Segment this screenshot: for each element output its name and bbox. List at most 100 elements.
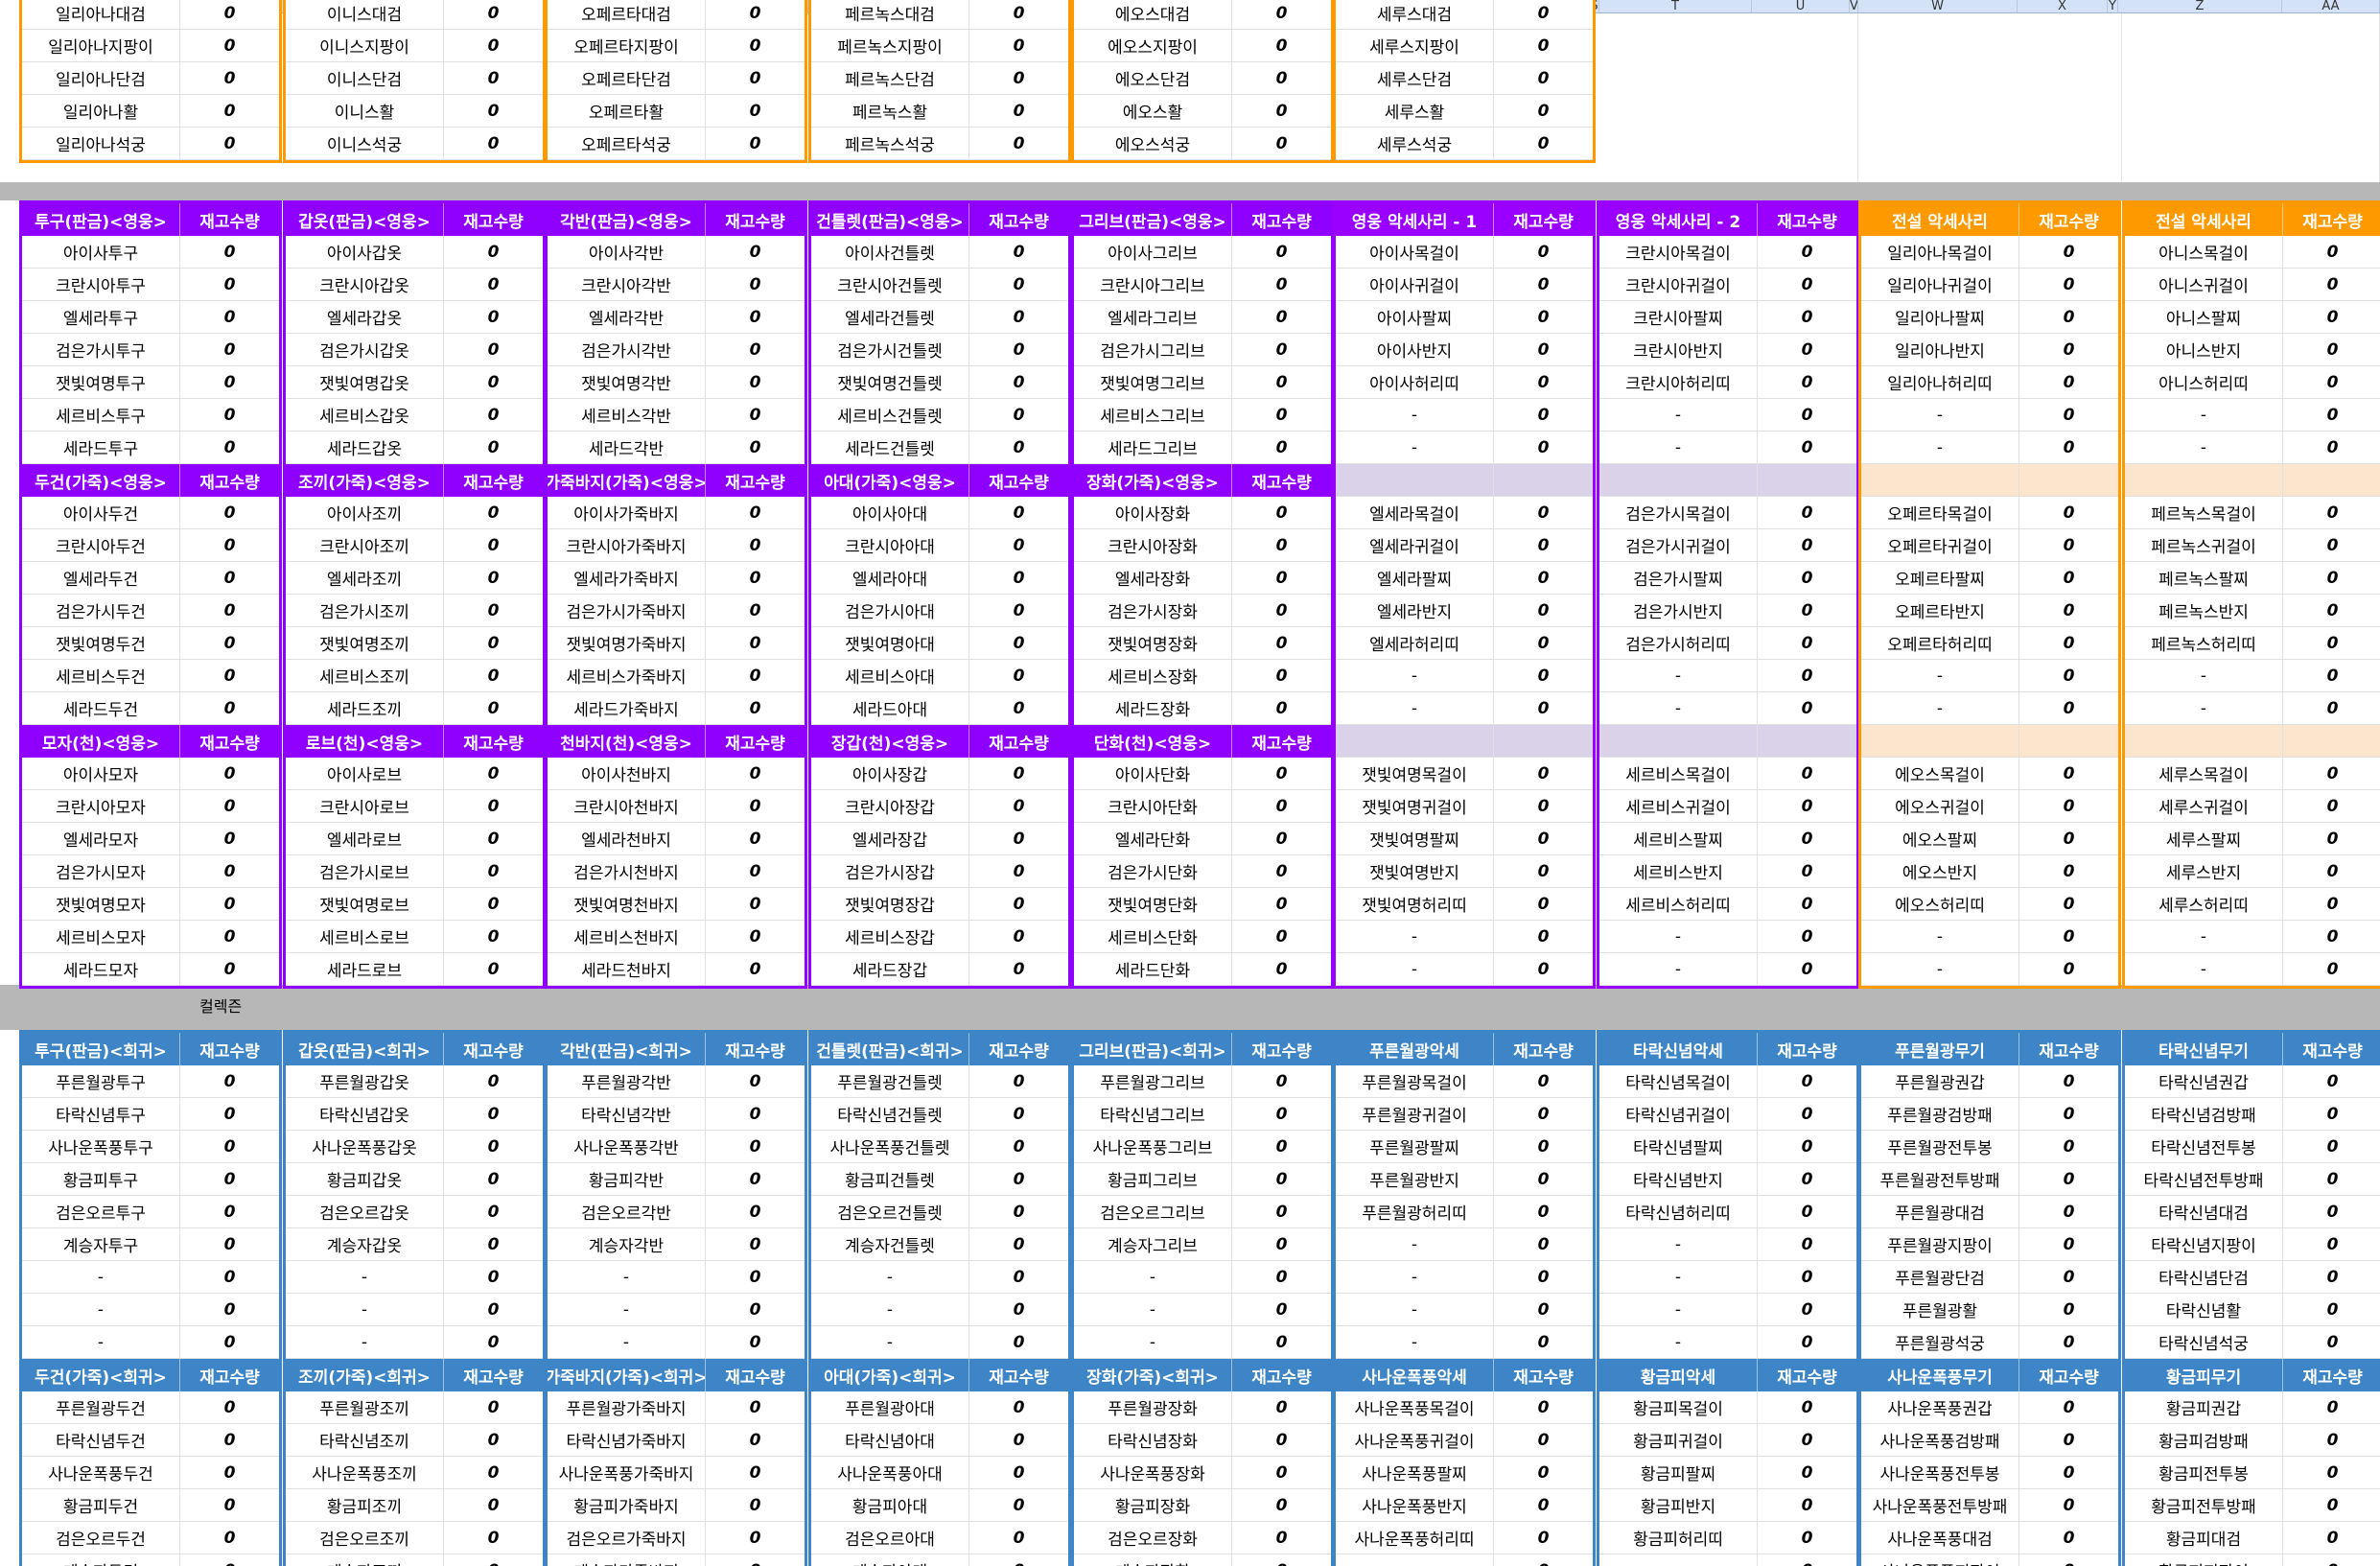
inventory-row[interactable]: 황금피전투봉 0 [2125,1457,2380,1489]
item-name-cell[interactable]: 푸른월광단검 [1861,1261,2019,1293]
item-name-cell[interactable]: 일리아나반지 [1861,334,2019,365]
item-name-cell[interactable]: 아이사단화 [1074,758,1232,789]
stock-qty-cell[interactable]: 0 [706,30,805,61]
stock-qty-cell[interactable]: 0 [1758,692,1856,724]
inventory-row[interactable]: 사나운폭풍건틀렛 0 [811,1131,1068,1163]
stock-qty-cell[interactable]: 0 [2283,236,2380,268]
item-name-cell[interactable]: 일리아나석궁 [22,128,180,159]
item-name-cell[interactable]: 아이사건틀렛 [811,236,969,268]
stock-qty-cell[interactable]: 0 [1494,1065,1593,1097]
inventory-row[interactable]: 엘세라반지 0 [1336,595,1593,627]
item-name-cell[interactable]: 페르녹스반지 [2125,595,2283,626]
item-name-cell[interactable]: 아니스귀걸이 [2125,269,2283,300]
item-name-cell[interactable]: - [1336,953,1494,985]
stock-qty-cell[interactable]: 0 [180,1554,279,1566]
stock-qty-cell[interactable]: 0 [2019,1228,2118,1260]
inventory-row[interactable]: 아이사장화 0 [1074,497,1331,529]
stock-qty-cell[interactable]: 0 [2019,236,2118,268]
stock-qty-cell[interactable]: 0 [1758,1457,1856,1488]
stock-qty-cell[interactable]: 0 [1494,1228,1593,1260]
stock-qty-cell[interactable]: 0 [2019,692,2118,724]
inventory-row[interactable]: 푸른월광각반 0 [548,1065,805,1098]
stock-qty-cell[interactable]: 0 [444,1424,543,1456]
item-name-cell[interactable]: 엘세라장갑 [811,823,969,854]
item-name-cell[interactable]: 엘세라모자 [22,823,180,854]
stock-qty-cell[interactable]: 0 [706,1196,805,1227]
stock-qty-cell[interactable]: 0 [180,888,279,920]
stock-qty-cell[interactable]: 0 [2019,1294,2118,1325]
item-name-cell[interactable] [1599,725,1758,757]
item-name-cell[interactable]: 검은가시반지 [1599,595,1758,626]
inventory-row[interactable]: 타락신념투구 0 [22,1098,279,1131]
item-name-cell[interactable]: 페르녹스목걸이 [2125,497,2283,528]
item-name-cell[interactable]: 사나운폭풍갑옷 [286,1131,444,1162]
inventory-row[interactable]: 사나운폭풍귀걸이 0 [1336,1424,1593,1457]
inventory-row[interactable]: 오페르타단검 0 [548,62,805,95]
inventory-row[interactable]: 세라드장갑 0 [811,953,1068,986]
inventory-row[interactable]: 사나운폭풍검방패 0 [1861,1424,2118,1457]
stock-qty-cell[interactable]: 0 [1758,1065,1856,1097]
stock-qty-cell[interactable]: 0 [444,790,543,822]
stock-qty-cell[interactable]: 0 [1232,888,1331,920]
item-name-cell[interactable]: 세라드두건 [22,692,180,724]
inventory-row[interactable]: 사나운폭풍두건 0 [22,1457,279,1489]
item-name-cell[interactable]: 검은오르각반 [548,1196,706,1227]
inventory-row[interactable]: 아이사건틀렛 0 [811,236,1068,269]
inventory-row[interactable]: 푸른월광권갑 0 [1861,1065,2118,1098]
inventory-row[interactable]: 세르비스가죽바지 0 [548,660,805,692]
inventory-row[interactable]: 에오스반지 0 [1861,855,2118,888]
item-name-cell[interactable]: 푸른월광팔찌 [1336,1131,1494,1162]
stock-qty-cell[interactable]: 0 [1494,0,1593,29]
item-name-cell[interactable]: - [1599,1261,1758,1293]
inventory-row[interactable]: 타락신념각반 0 [548,1098,805,1131]
inventory-row[interactable]: -0 [286,1261,543,1294]
item-name-cell[interactable]: 세루스허리띠 [2125,888,2283,920]
inventory-row[interactable]: 세르비스팔찌 0 [1599,823,1856,855]
stock-qty-cell[interactable]: 0 [1232,758,1331,789]
inventory-row[interactable]: -0 [811,1326,1068,1359]
inventory-row[interactable]: 크란시아장화 0 [1074,529,1331,562]
inventory-row[interactable]: 아이사로브 0 [286,758,543,790]
inventory-row[interactable]: -0 [1861,660,2118,692]
item-name-cell[interactable]: 황금피그리브 [1074,1163,1232,1195]
stock-qty-cell[interactable] [1494,725,1593,757]
item-name-cell[interactable]: 검은오르가죽바지 [548,1522,706,1554]
stock-qty-cell[interactable]: 0 [1494,790,1593,822]
inventory-row[interactable]: 검은가시그리브 0 [1074,334,1331,366]
inventory-row[interactable]: 사나운폭풍투구 0 [22,1131,279,1163]
column-header-x[interactable]: X [2018,0,2108,13]
stock-qty-cell[interactable]: 0 [1758,758,1856,789]
inventory-row[interactable]: 세라드단화 0 [1074,953,1331,986]
stock-qty-cell[interactable]: 0 [2283,1522,2380,1554]
inventory-row[interactable]: 검은가시투구 0 [22,334,279,366]
inventory-row[interactable]: 페르녹스반지 0 [2125,595,2380,627]
inventory-row[interactable]: 검은가시가죽바지 0 [548,595,805,627]
column-header-t[interactable]: T [1599,0,1752,13]
stock-qty-cell[interactable]: 0 [969,1228,1068,1260]
inventory-row[interactable]: 아이사반지 0 [1336,334,1593,366]
inventory-row[interactable]: 세르비스장화 0 [1074,660,1331,692]
item-name-cell[interactable]: - [1599,1228,1758,1260]
stock-qty-cell[interactable]: 0 [1232,334,1331,365]
stock-qty-cell[interactable]: 0 [706,1098,805,1130]
inventory-row[interactable]: 푸른월광그리브 0 [1074,1065,1331,1098]
stock-qty-cell[interactable] [1758,725,1856,757]
stock-qty-cell[interactable]: 0 [180,1228,279,1260]
item-name-cell[interactable]: 검은가시단화 [1074,855,1232,887]
stock-qty-cell[interactable]: 0 [1232,790,1331,822]
stock-qty-cell[interactable]: 0 [1494,432,1593,463]
stock-qty-cell[interactable]: 0 [1232,1098,1331,1130]
stock-qty-cell[interactable]: 0 [1494,128,1593,159]
inventory-row[interactable]: 검은오르갑옷 0 [286,1196,543,1228]
inventory-row[interactable]: 이니스지팡이 0 [286,30,543,62]
stock-qty-cell[interactable]: 0 [706,1522,805,1554]
item-name-cell[interactable]: 에오스귀걸이 [1861,790,2019,822]
item-name-cell[interactable]: 황금피두건 [22,1489,180,1521]
item-name-cell[interactable]: 사나운폭풍지팡이 [1861,1554,2019,1566]
item-name-cell[interactable]: 세르비스단화 [1074,921,1232,952]
inventory-row[interactable]: 푸른월광가죽바지 0 [548,1391,805,1424]
stock-qty-cell[interactable]: 0 [1758,921,1856,952]
stock-qty-cell[interactable]: 0 [1758,1196,1856,1227]
stock-qty-cell[interactable]: 0 [1494,1196,1593,1227]
item-name-cell[interactable]: 이니스단검 [286,62,444,94]
